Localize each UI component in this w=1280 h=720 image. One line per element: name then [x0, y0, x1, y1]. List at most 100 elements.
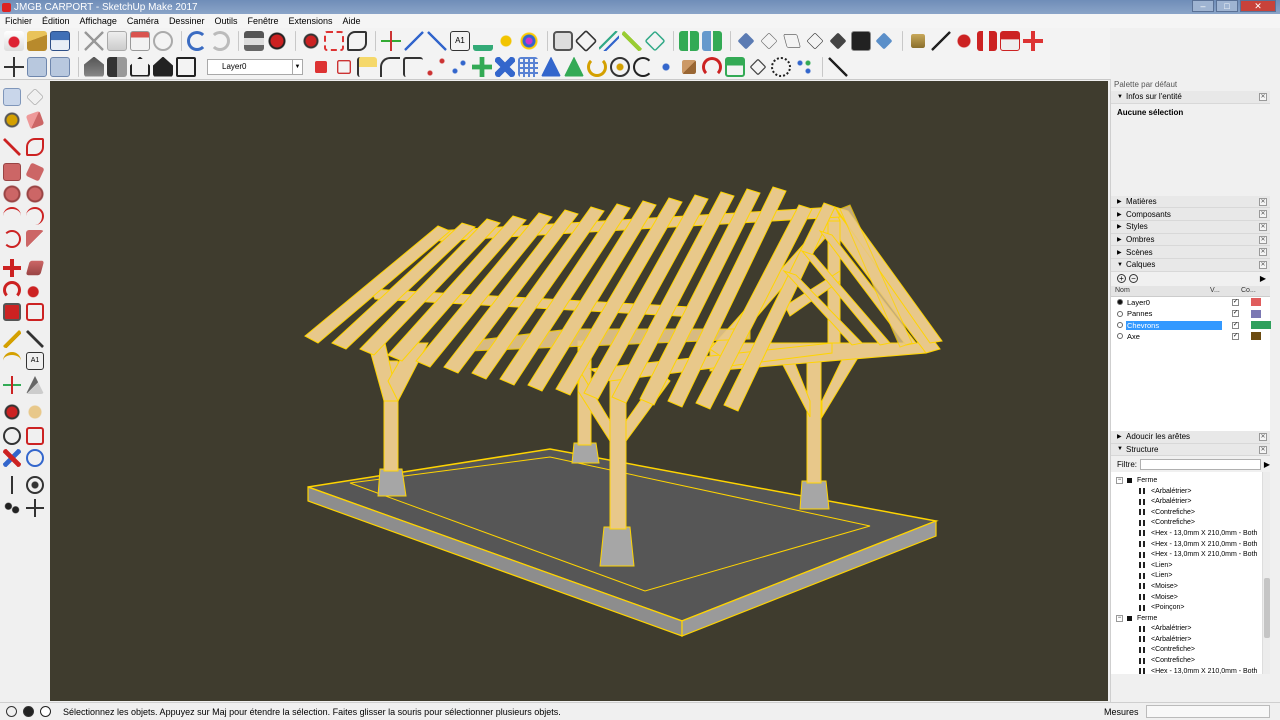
iso-view-icon[interactable]	[737, 32, 755, 50]
collapse-icon[interactable]: −	[1116, 614, 1123, 622]
maximize-button[interactable]: □	[1216, 0, 1238, 12]
menu-edition[interactable]: Édition	[37, 16, 75, 26]
outliner-component-row[interactable]: <Lien>	[1111, 571, 1270, 582]
redo-icon[interactable]	[210, 31, 230, 51]
user-account-icon[interactable]	[40, 706, 51, 717]
outliner-component-row[interactable]: <Arbalétrier>	[1111, 624, 1270, 635]
layer-color-swatch[interactable]	[1251, 332, 1261, 341]
current-layer-radio[interactable]	[1117, 333, 1123, 340]
left-view-icon[interactable]	[851, 31, 871, 51]
menu-camera[interactable]: Caméra	[122, 16, 164, 26]
outliner-details-arrow-icon[interactable]: ▶	[1264, 460, 1270, 469]
carport-model[interactable]	[50, 81, 1108, 701]
collapse-icon[interactable]: −	[1116, 476, 1123, 484]
layer-color-swatch[interactable]	[1251, 309, 1261, 318]
pencil-icon[interactable]	[3, 138, 21, 156]
column-color[interactable]: Co...	[1239, 287, 1256, 294]
close-panel-icon[interactable]: ✕	[1259, 223, 1267, 232]
close-panel-icon[interactable]: ✕	[1259, 432, 1267, 441]
back-edges-icon[interactable]	[574, 29, 598, 53]
layers-header[interactable]: ▼ Calques ✕	[1111, 259, 1270, 272]
entity-info-header[interactable]: ▼ Infos sur l'entité ✕	[1111, 91, 1270, 104]
text-tool-icon[interactable]: A1	[450, 31, 470, 51]
walk-icon[interactable]	[3, 499, 21, 517]
spiral-icon[interactable]	[587, 56, 607, 77]
print-icon[interactable]	[244, 31, 264, 51]
layer-row-selected[interactable]: Chevrons ✓	[1111, 319, 1271, 331]
eraser-icon[interactable]	[25, 110, 45, 130]
rectangle-red-icon[interactable]	[315, 60, 327, 73]
polygon-select-icon[interactable]	[347, 31, 367, 51]
outliner-header[interactable]: ▼ Structure ✕	[1111, 443, 1270, 457]
layer-name[interactable]: Axe	[1126, 332, 1222, 341]
back-view-icon[interactable]	[829, 32, 847, 50]
cross-tool-icon[interactable]	[495, 56, 515, 77]
paint-bucket-icon[interactable]	[3, 111, 21, 129]
corner-icon[interactable]	[403, 56, 423, 77]
current-layer-radio[interactable]	[1117, 310, 1123, 317]
axes-tool-icon[interactable]	[3, 376, 21, 394]
pan-icon[interactable]	[50, 56, 70, 77]
scrollbar-thumb[interactable]	[1264, 578, 1270, 639]
orbit-icon[interactable]	[27, 56, 47, 77]
layer-row[interactable]: Axe ✓	[1111, 330, 1270, 342]
outliner-component-row[interactable]: <Arbalétrier>	[1111, 634, 1270, 645]
sun-icon[interactable]	[496, 31, 516, 51]
visibility-checkbox[interactable]: ✓	[1232, 298, 1239, 306]
outliner-component-row[interactable]: <Contrefiche>	[1111, 507, 1270, 518]
layer-color-swatch[interactable]	[1251, 321, 1271, 330]
menu-affichage[interactable]: Affichage	[75, 16, 122, 26]
materials-header[interactable]: ▶ Matières ✕	[1111, 195, 1270, 209]
freehand-icon[interactable]	[26, 138, 44, 156]
menu-dessiner[interactable]: Dessiner	[164, 16, 210, 26]
tape-icon[interactable]	[3, 330, 21, 348]
layout-send-icon[interactable]	[1000, 31, 1020, 51]
scale-icon[interactable]	[3, 303, 21, 321]
move-icon[interactable]	[4, 56, 24, 77]
xray-icon[interactable]	[553, 31, 573, 51]
iso-house-icon[interactable]	[84, 56, 104, 77]
paste-icon[interactable]	[130, 31, 150, 51]
top-view-icon[interactable]	[760, 32, 778, 50]
zoom-extents-icon[interactable]	[3, 449, 21, 467]
layer-row[interactable]: Pannes ✓	[1111, 308, 1270, 320]
outliner-group-row[interactable]: − Ferme	[1111, 613, 1270, 624]
geolocation-icon[interactable]	[6, 706, 17, 717]
select-lasso-icon[interactable]	[324, 31, 344, 51]
dotted-circle-icon[interactable]	[771, 56, 791, 77]
visibility-checkbox[interactable]: ✓	[1232, 310, 1239, 318]
new-file-icon[interactable]	[4, 31, 24, 51]
layer-row[interactable]: Layer0 ✓	[1111, 296, 1270, 309]
outliner-group-row[interactable]: − Ferme	[1111, 475, 1270, 486]
text-icon[interactable]: A1	[26, 352, 44, 370]
rotate-red-icon[interactable]	[702, 56, 722, 77]
visibility-checkbox[interactable]: ✓	[1232, 321, 1239, 329]
box-icon[interactable]	[682, 59, 696, 74]
remove-layer-icon[interactable]: −	[1129, 274, 1138, 284]
menu-extensions[interactable]: Extensions	[284, 16, 338, 26]
orbit-tool-icon[interactable]	[3, 403, 21, 421]
outliner-component-row[interactable]: <Moise>	[1111, 592, 1270, 603]
paint-icon[interactable]	[519, 31, 539, 51]
filter-input[interactable]	[1140, 458, 1261, 470]
push-pull-icon[interactable]	[25, 260, 45, 276]
add-point-icon[interactable]	[472, 56, 492, 77]
point-cloud-icon[interactable]	[794, 56, 814, 77]
weld-icon[interactable]	[610, 56, 630, 77]
position-camera-icon[interactable]	[3, 476, 21, 494]
zoom-icon[interactable]	[3, 427, 21, 445]
hidden-line-icon[interactable]	[622, 31, 642, 51]
protractor-tool-icon[interactable]	[3, 352, 21, 370]
menu-fichier[interactable]: Fichier	[0, 16, 37, 26]
component-browser-icon[interactable]	[702, 31, 722, 51]
protractor-icon[interactable]	[427, 31, 447, 51]
minimize-button[interactable]: –	[1192, 0, 1214, 12]
outliner-scrollbar[interactable]	[1262, 472, 1270, 675]
extension-ruby-icon[interactable]	[954, 31, 974, 51]
outliner-component-row[interactable]: <Lien>	[1111, 560, 1270, 571]
triangle-mirror-icon[interactable]	[564, 56, 584, 77]
save-icon[interactable]	[50, 31, 70, 51]
arc-icon[interactable]	[3, 207, 21, 225]
outliner-component-row[interactable]: <Moise>	[1111, 581, 1270, 592]
zoom-window-icon[interactable]	[26, 427, 44, 445]
